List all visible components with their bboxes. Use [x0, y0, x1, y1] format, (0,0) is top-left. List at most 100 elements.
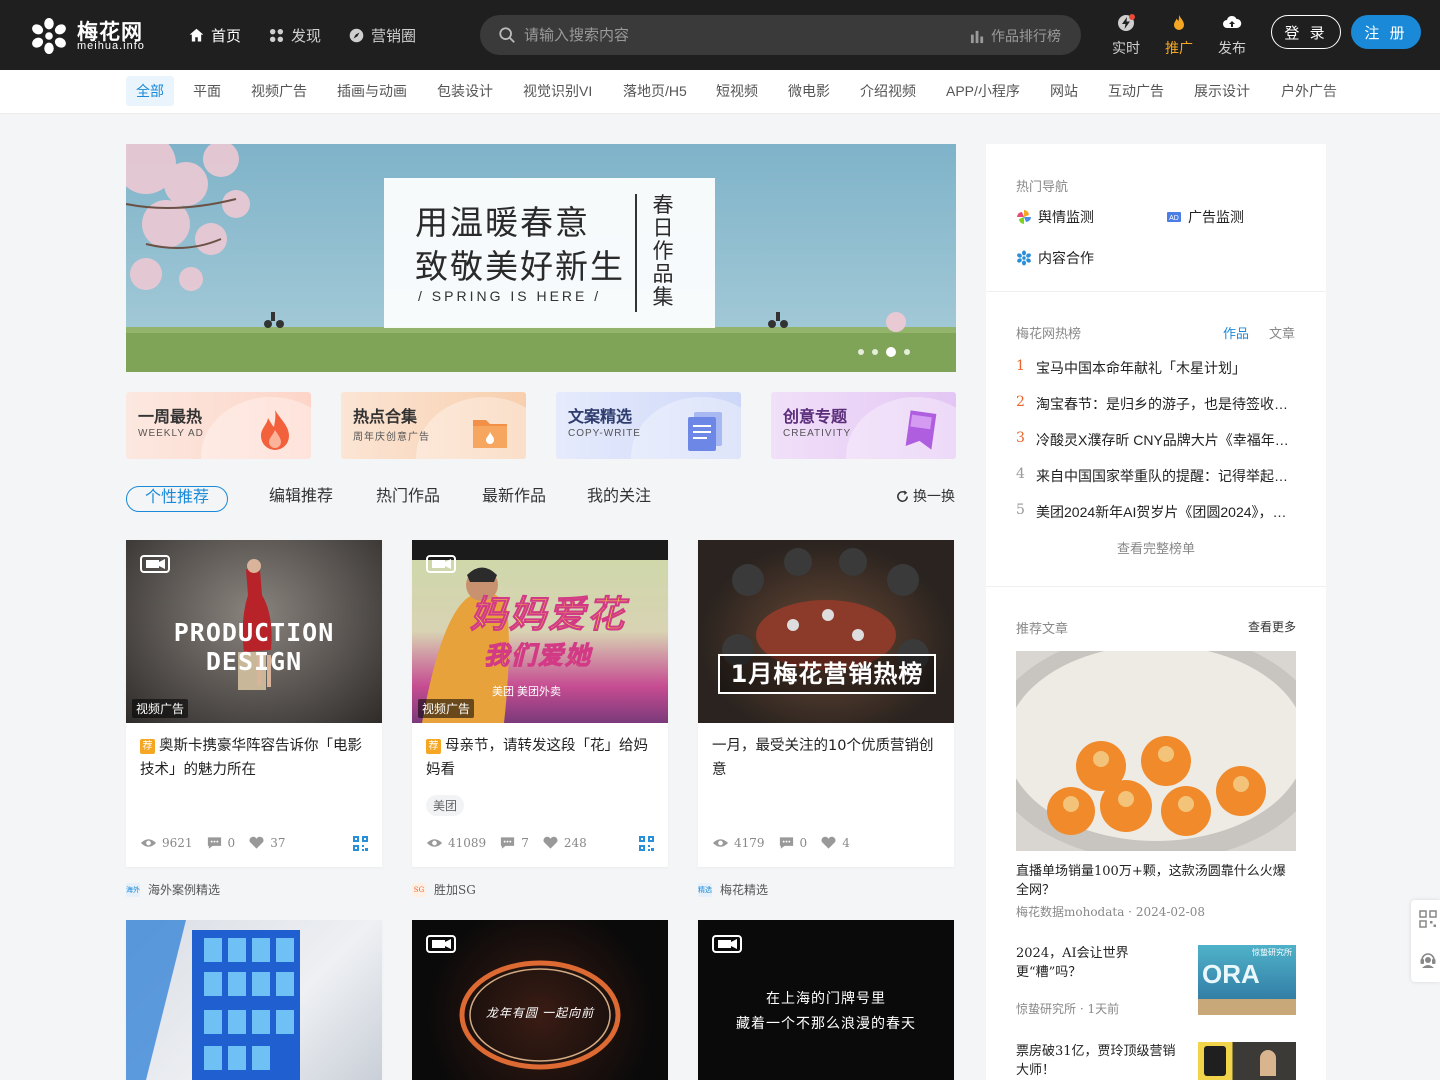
category-video-ad[interactable]: 视频广告 — [241, 76, 317, 106]
work-author[interactable]: 精选 梅花精选 — [698, 881, 768, 898]
article-image[interactable] — [1198, 1042, 1296, 1080]
category-vi[interactable]: 视觉识别VI — [513, 76, 602, 106]
carousel-dot[interactable] — [904, 349, 910, 355]
customer-service-icon[interactable] — [1419, 950, 1437, 968]
register-button[interactable]: 注 册 — [1351, 15, 1421, 49]
article-image[interactable] — [1016, 651, 1296, 851]
category-interactive-ad[interactable]: 互动广告 — [1098, 76, 1174, 106]
work-thumbnail[interactable]: 在上海的门牌号里 藏着一个不那么浪漫的春天 — [698, 920, 954, 1080]
hero-banner[interactable]: 用温暖春意 致敬美好新生 / SPRING IS HERE / 春日作品集 — [126, 144, 956, 372]
nav-discover[interactable]: 发现 — [268, 24, 321, 46]
login-button[interactable]: 登 录 — [1271, 15, 1341, 49]
brand-tag[interactable]: 美团 — [426, 795, 465, 816]
qr-code-icon[interactable] — [639, 836, 654, 851]
qr-code-icon[interactable] — [1419, 910, 1437, 928]
article-title[interactable]: 直播单场销量100万+颗，这款汤圆靠什么火爆全网？ — [1016, 862, 1296, 900]
category-illustration[interactable]: 插画与动画 — [327, 76, 417, 106]
work-card[interactable]: 妈妈爱花 我们爱她 美团 美团外卖 视频广告 荐母亲节，请转发这段「花」给妈妈看… — [412, 540, 668, 867]
flame-icon — [261, 410, 289, 450]
banner-vertical-title: 春日作品集 — [652, 194, 674, 309]
tab-following[interactable]: 我的关注 — [587, 486, 651, 510]
search-icon[interactable] — [498, 26, 516, 44]
article-image[interactable]: 惊蛰研究所 ORA — [1198, 945, 1296, 1015]
nav-marketing-circle[interactable]: 营销圈 — [348, 24, 416, 46]
work-card[interactable]: 龙年有圆 一起向前 — [412, 920, 668, 1080]
search-input[interactable] — [524, 23, 944, 47]
ranking-item[interactable]: 1 宝马中国本命年献礼「木星计划」 — [1016, 358, 1296, 378]
ranking-label: 作品排行榜 — [991, 28, 1061, 44]
work-thumbnail[interactable]: 妈妈爱花 我们爱她 美团 美团外卖 视频广告 — [412, 540, 668, 723]
work-author[interactable]: SG 胜加SG — [412, 881, 476, 898]
tab-personal[interactable]: 个性推荐 — [126, 486, 228, 512]
category-exhibition[interactable]: 展示设计 — [1184, 76, 1260, 106]
category-short-video[interactable]: 短视频 — [706, 76, 768, 106]
category-all[interactable]: 全部 — [126, 76, 174, 106]
work-title-text: 一月，最受关注的10个优质营销创意 — [712, 738, 934, 778]
tab-latest[interactable]: 最新作品 — [482, 486, 546, 510]
see-full-ranking-link[interactable]: 查看完整榜单 — [986, 538, 1326, 557]
ranking-item[interactable]: 5 美团2024新年AI贺岁片《团圆2024》，团圆饭 — [1016, 502, 1296, 522]
feature-creative-topics[interactable]: 创意专题 CREATIVITY — [771, 392, 956, 459]
refresh-label: 换一换 — [913, 488, 955, 504]
ranking-item[interactable]: 2 淘宝春节：是归乡的游子，也是待签收的幸福 — [1016, 394, 1296, 414]
category-landing-h5[interactable]: 落地页/H5 — [613, 76, 697, 106]
carousel-dot[interactable] — [872, 349, 878, 355]
realtime-button[interactable]: 实时 — [1106, 13, 1146, 58]
work-author[interactable]: 海外 海外案例精选 — [126, 881, 220, 898]
work-card[interactable]: 1月梅花营销热榜 一月，最受关注的10个优质营销创意 4179 0 4 — [698, 540, 954, 867]
work-thumbnail[interactable]: 1月梅花营销热榜 — [698, 540, 954, 723]
category-website[interactable]: 网站 — [1040, 76, 1088, 106]
flower-logo-icon — [32, 17, 66, 55]
view-count: 4179 — [734, 836, 765, 850]
feature-weekly-hot[interactable]: 一周最热 WEEKLY AD — [126, 392, 311, 459]
see-more-link[interactable]: 查看更多 — [1248, 618, 1296, 635]
work-card[interactable] — [126, 920, 382, 1080]
qr-code-icon[interactable] — [353, 836, 368, 851]
nav-home[interactable]: 首页 — [188, 24, 241, 46]
banner-english: / SPRING IS HERE / — [418, 288, 602, 304]
refresh-button[interactable]: 换一换 — [895, 486, 955, 506]
ranking-tab-articles[interactable]: 文章 — [1269, 323, 1295, 342]
search-bar: 作品排行榜 — [480, 15, 1081, 55]
work-thumbnail[interactable]: 龙年有圆 一起向前 — [412, 920, 668, 1080]
category-micro-film[interactable]: 微电影 — [778, 76, 840, 106]
ranking-item-title: 美团2024新年AI贺岁片《团圆2024》，团圆饭 — [1036, 504, 1296, 520]
ranking-item[interactable]: 3 冷酸灵X濮存昕 CNY品牌大片《幸福年味》 — [1016, 430, 1296, 450]
article-title[interactable]: 2024，AI会让世界更“糟”吗？ — [1016, 944, 1186, 982]
hot-ranking-panel: 梅花网热榜 作品 文章 1 宝马中国本命年献礼「木星计划」 2 淘宝春节：是归乡的游… — [986, 292, 1326, 587]
heart-icon — [821, 836, 836, 849]
article-thumbnail-art — [1016, 651, 1296, 851]
feature-copywriting[interactable]: 文案精选 COPY-WRITE — [556, 392, 741, 459]
category-packaging[interactable]: 包装设计 — [427, 76, 503, 106]
work-title[interactable]: 一月，最受关注的10个优质营销创意 — [712, 734, 940, 782]
tab-popular[interactable]: 热门作品 — [376, 486, 440, 510]
category-print[interactable]: 平面 — [183, 76, 231, 106]
work-title[interactable]: 荐母亲节，请转发这段「花」给妈妈看 — [426, 734, 654, 782]
ranking-tab-works[interactable]: 作品 — [1223, 323, 1249, 342]
work-thumbnail[interactable]: PRODUCTION DESIGN 视频广告 — [126, 540, 382, 723]
carousel-dot-active[interactable] — [886, 347, 896, 357]
tab-editor-picks[interactable]: 编辑推荐 — [269, 486, 333, 510]
feature-hot-collection[interactable]: 热点合集 周年庆创意广告 — [341, 392, 526, 459]
article-title[interactable]: 票房破31亿，贾玲顶级营销大师！ — [1016, 1042, 1186, 1080]
work-card[interactable]: 在上海的门牌号里 藏着一个不那么浪漫的春天 — [698, 920, 954, 1080]
promotion-button[interactable]: 推广 — [1159, 13, 1199, 58]
author-name: 海外案例精选 — [148, 883, 221, 897]
category-intro-video[interactable]: 介绍视频 — [850, 76, 926, 106]
category-app[interactable]: APP/小程序 — [936, 76, 1030, 106]
banner-divider — [635, 194, 637, 312]
work-thumbnail[interactable] — [126, 920, 382, 1080]
works-ranking-link[interactable]: 作品排行榜 — [970, 26, 1061, 46]
content-cooperation-link[interactable]: 内容合作 — [1016, 248, 1094, 268]
carousel-dot[interactable] — [858, 349, 864, 355]
feature-subtitle: 周年庆创意广告 — [353, 432, 430, 443]
refresh-icon — [897, 489, 908, 502]
publish-button[interactable]: 发布 — [1212, 13, 1252, 58]
ranking-item[interactable]: 4 来自中国国家举重队的提醒：记得举起这份爱 — [1016, 466, 1296, 486]
grid-icon — [269, 28, 284, 42]
sentiment-monitoring-link[interactable]: 舆情监测 — [1016, 207, 1094, 227]
work-title[interactable]: 荐奥斯卡携豪华阵容告诉你「电影技术」的魅力所在 — [140, 734, 368, 782]
work-card[interactable]: PRODUCTION DESIGN 视频广告 荐奥斯卡携豪华阵容告诉你「电影技术… — [126, 540, 382, 867]
ad-monitoring-link[interactable]: AD 广告监测 — [1166, 207, 1244, 227]
site-logo[interactable]: 梅花网 meihua.info — [30, 15, 155, 55]
